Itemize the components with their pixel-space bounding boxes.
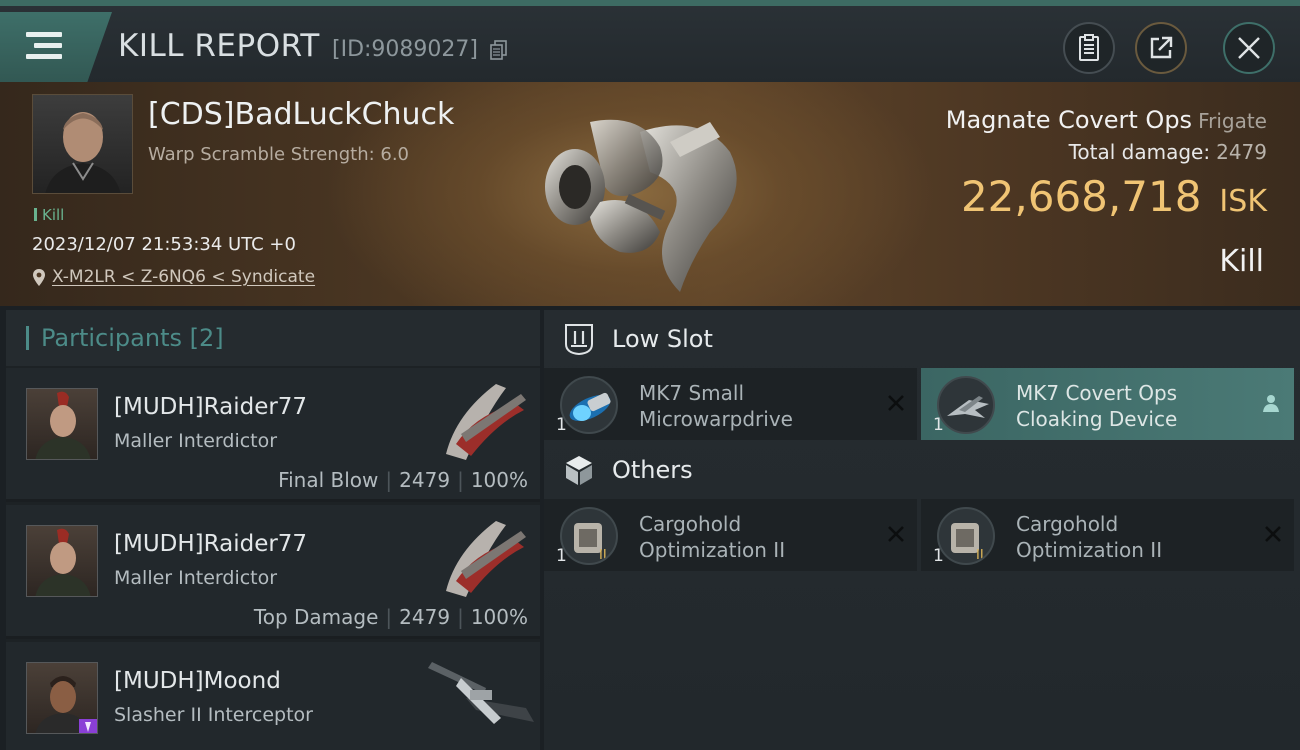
destroyed-x-icon [1265, 526, 1281, 542]
item-quantity: 1 [933, 415, 944, 435]
avatar [26, 662, 98, 734]
person-icon [1263, 395, 1279, 412]
cube-icon [562, 453, 596, 487]
warp-scramble-strength: Warp Scramble Strength: 6.0 [148, 144, 410, 165]
location-text: X-M2LR < Z-6NQ6 < Syndicate [52, 267, 316, 287]
report-button[interactable] [1063, 22, 1115, 74]
fitting-item[interactable]: II 1 Cargohold Optimization II [921, 499, 1294, 571]
item-quantity: 1 [556, 546, 567, 566]
participant-name: [MUDH]Raider77 [114, 531, 308, 557]
item-name: MK7 Small Microwarpdrive [639, 380, 869, 432]
destroyed-x-icon [888, 526, 904, 542]
participant-role: Final Blow [278, 468, 379, 492]
participant-name: [MUDH]Raider77 [114, 394, 308, 420]
total-damage-label: Total damage: [1068, 140, 1211, 164]
page-title: KILL REPORT [118, 28, 320, 64]
low-slot-header: Low Slot [544, 310, 1300, 368]
cargohold-module-icon: II [560, 507, 618, 565]
participants-panel: Participants [2] [MUDH]Raider77 Maller I… [6, 310, 540, 750]
participant-card[interactable]: [MUDH]Raider77 Maller Interdictor Final … [6, 368, 540, 502]
fitting-item[interactable]: 1 MK7 Covert Ops Cloaking Device [921, 368, 1294, 440]
menu-icon [26, 32, 62, 60]
item-name-line2: Cloaking Device [1016, 407, 1178, 431]
item-name-line2: Microwarpdrive [639, 407, 793, 431]
destroyed-x-icon [888, 395, 904, 411]
total-damage-value: 2479 [1216, 140, 1267, 164]
low-slot-label: Low Slot [612, 325, 713, 353]
close-button[interactable] [1223, 22, 1275, 74]
kill-type: Kill [1219, 244, 1264, 279]
participant-damage: 2479 [399, 605, 451, 629]
item-name: Cargohold Optimization II [639, 511, 869, 563]
microwarpdrive-icon [560, 376, 618, 434]
fitting-item[interactable]: 1 MK7 Small Microwarpdrive [544, 368, 917, 440]
participant-ship-image [446, 384, 526, 460]
menu-button[interactable] [0, 12, 112, 82]
item-name-line2: Optimization II [639, 538, 786, 562]
participant-card[interactable]: [MUDH]Raider77 Maller Interdictor Top Da… [6, 505, 540, 639]
participant-ship: Maller Interdictor [114, 430, 278, 452]
victim-portrait[interactable] [32, 94, 133, 194]
item-name-line1: Cargohold [1016, 512, 1119, 536]
item-quantity: 1 [556, 415, 567, 435]
avatar [26, 388, 98, 460]
ship-class: Frigate [1198, 109, 1267, 133]
victim-ship-image[interactable] [530, 92, 760, 302]
participant-percent: 100% [470, 468, 528, 492]
participant-stats: Final Blow | 2479 | 100% [278, 468, 528, 492]
isk-value: 22,668,718 [960, 172, 1202, 221]
total-damage: Total damage: 2479 [1069, 140, 1267, 164]
item-quantity: 1 [933, 546, 944, 566]
participant-card[interactable]: [MUDH]Moond Slasher II Interceptor [6, 642, 540, 750]
clipboard-icon [1079, 34, 1099, 61]
participants-count: [2] [189, 324, 224, 352]
participant-ship-image [428, 662, 534, 724]
top-bar: KILL REPORT [ID:9089027] [0, 0, 1300, 82]
participant-ship-image [446, 521, 526, 597]
participant-percent: 100% [470, 605, 528, 629]
item-name-line2: Optimization II [1016, 538, 1163, 562]
copy-icon[interactable] [490, 40, 508, 60]
share-icon [1150, 36, 1173, 59]
item-name-line1: MK7 Covert Ops [1016, 381, 1178, 405]
location-link[interactable]: X-M2LR < Z-6NQ6 < Syndicate [32, 267, 315, 287]
cloaking-device-icon [937, 376, 995, 434]
item-name: Cargohold Optimization II [1016, 511, 1246, 563]
participant-name: [MUDH]Moond [114, 668, 281, 694]
ship-name[interactable]: Magnate Covert Ops [946, 106, 1192, 134]
item-name-line1: MK7 Small [639, 381, 744, 405]
participant-damage: 2479 [399, 468, 451, 492]
others-label: Others [612, 456, 693, 484]
fitting-item[interactable]: II 1 Cargohold Optimization II [544, 499, 917, 571]
close-icon [1238, 37, 1260, 59]
item-name-line1: Cargohold [639, 512, 742, 536]
others-header: Others [544, 441, 1300, 499]
svg-text:II: II [599, 548, 607, 563]
item-name: MK7 Covert Ops Cloaking Device [1016, 380, 1246, 432]
report-id: [ID:9089027] [332, 37, 478, 62]
victim-summary: [CDS]BadLuckChuck Warp Scramble Strength… [0, 82, 1300, 306]
svg-text:II: II [976, 548, 984, 563]
cargohold-module-icon: II [937, 507, 995, 565]
participant-ship: Maller Interdictor [114, 567, 278, 589]
avatar [26, 525, 98, 597]
participants-label: Participants [41, 324, 182, 352]
isk-value-row: 22,668,718 ISK [961, 172, 1267, 221]
kill-tag: Kill [34, 206, 64, 224]
participant-role: Top Damage [253, 605, 379, 629]
share-button[interactable] [1135, 22, 1187, 74]
participants-header: Participants [2] [6, 310, 540, 366]
participant-ship: Slasher II Interceptor [114, 704, 313, 726]
fitting-panel: Low Slot 1 MK7 Small Microwarpdrive 1 MK… [544, 310, 1300, 750]
kill-timestamp: 2023/12/07 21:53:34 UTC +0 [32, 234, 296, 255]
low-slot-icon [562, 322, 596, 356]
victim-ship-type: Magnate Covert Ops Frigate [946, 106, 1267, 134]
participant-stats: Top Damage | 2479 | 100% [253, 605, 528, 629]
location-pin-icon [33, 268, 45, 286]
victim-name[interactable]: [CDS]BadLuckChuck [148, 97, 454, 132]
isk-unit: ISK [1219, 184, 1267, 219]
